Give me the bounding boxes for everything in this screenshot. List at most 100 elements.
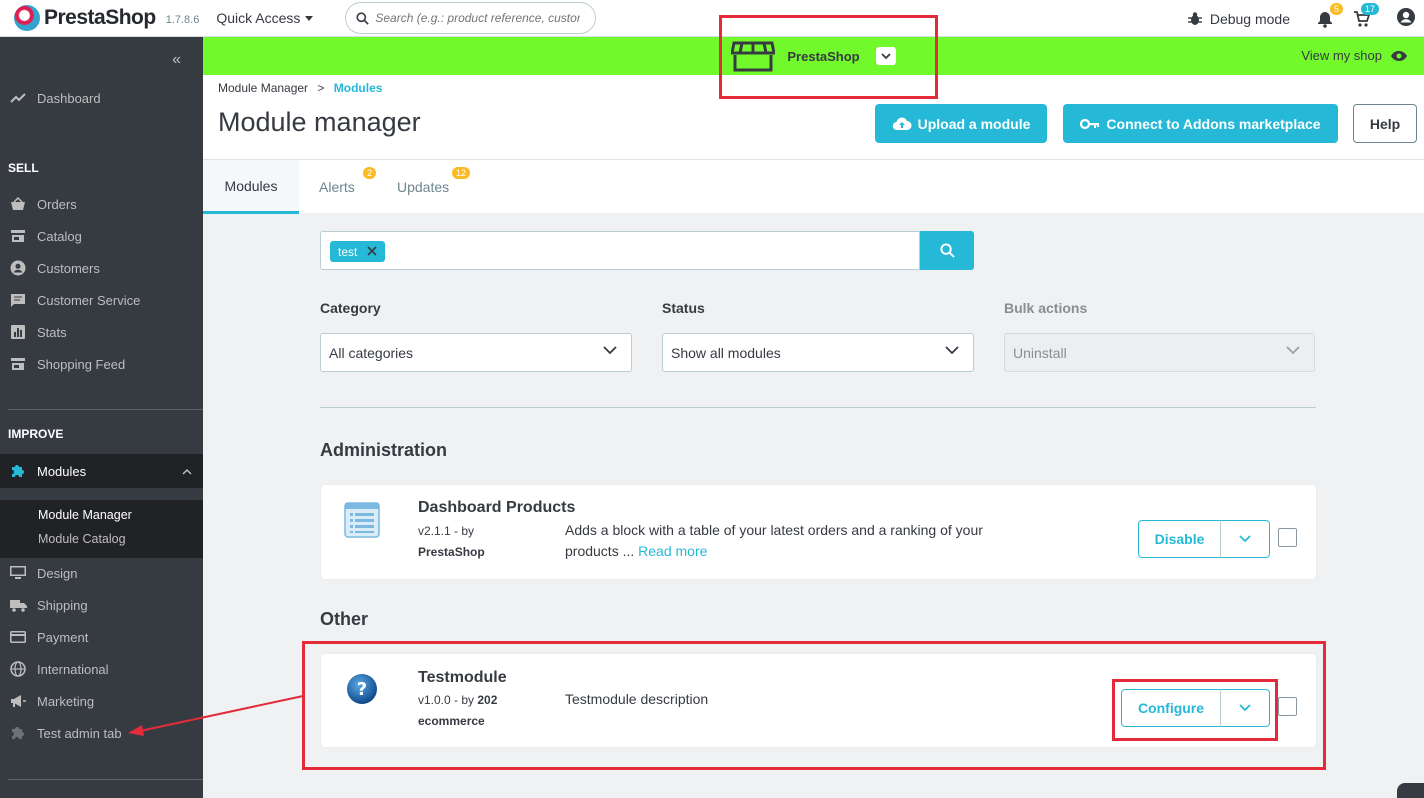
search-input[interactable]: [375, 11, 581, 25]
sidebar-item-label: Test admin tab: [37, 725, 122, 741]
quick-access-dropdown[interactable]: Quick Access: [216, 10, 314, 26]
sidebar-item-dashboard[interactable]: Dashboard: [0, 82, 203, 114]
sidebar-subitem-module-catalog[interactable]: Module Catalog: [38, 532, 126, 546]
sidebar-item-modules[interactable]: Modules: [0, 454, 203, 488]
upload-module-button[interactable]: Upload a module: [875, 104, 1047, 143]
sidebar-item-orders[interactable]: Orders: [0, 188, 203, 220]
sidebar-divider: [8, 409, 203, 410]
cloud-upload-icon: [892, 117, 912, 130]
search-tag: test: [330, 241, 386, 262]
debug-mode-indicator[interactable]: Debug mode: [1187, 11, 1290, 27]
module-tabs: Modules Alerts 2 Updates 12: [203, 159, 1424, 214]
sidebar-item-catalog[interactable]: Catalog: [0, 220, 203, 252]
credit-card-icon: [9, 628, 27, 646]
globe-icon: [9, 660, 27, 678]
help-button[interactable]: Help: [1353, 104, 1417, 143]
bulk-actions-value: Uninstall: [1013, 344, 1067, 361]
collapse-sidebar-icon[interactable]: «: [172, 51, 181, 69]
bar-chart-icon: [9, 323, 27, 341]
breadcrumb-current-link[interactable]: Modules: [334, 81, 383, 95]
sidebar-item-marketing[interactable]: Marketing: [0, 685, 203, 717]
sidebar-item-customer-service[interactable]: Customer Service: [0, 284, 203, 316]
status-select[interactable]: Show all modules: [662, 333, 974, 372]
tab-alerts[interactable]: Alerts 2: [319, 160, 377, 214]
account-circle-icon: [9, 259, 27, 277]
disable-button[interactable]: Disable: [1138, 520, 1221, 558]
status-select-value: Show all modules: [671, 344, 781, 361]
sidebar-item-design[interactable]: Design: [0, 557, 203, 589]
tab-updates[interactable]: Updates 12: [397, 160, 471, 214]
sidebar-item-payment[interactable]: Payment: [0, 621, 203, 653]
sidebar-item-label: Dashboard: [37, 90, 101, 106]
account-circle-icon: [1397, 8, 1415, 26]
sidebar-item-customers[interactable]: Customers: [0, 252, 203, 284]
top-header: PrestaShop 1.7.8.6 Quick Access Debug mo…: [0, 0, 1424, 37]
debug-toolbar-toggle[interactable]: [1397, 783, 1424, 798]
filters-divider: [320, 407, 1316, 408]
logo-icon: [14, 5, 40, 31]
megaphone-icon: [9, 692, 27, 710]
eye-icon: [1391, 50, 1407, 61]
version-label: 1.7.8.6: [165, 14, 200, 26]
sidebar-item-international[interactable]: International: [0, 653, 203, 685]
prestashop-logo[interactable]: PrestaShop: [14, 5, 156, 31]
module-search-button[interactable]: [920, 231, 974, 270]
bulk-actions-label: Bulk actions: [1004, 300, 1088, 316]
page-title: Module manager: [218, 107, 421, 137]
module-description-line: products ... Read more: [565, 541, 983, 562]
category-select[interactable]: All categories: [320, 333, 632, 372]
annotation-box-configure: [1112, 679, 1278, 741]
connect-addons-label: Connect to Addons marketplace: [1106, 115, 1321, 132]
sidebar-item-label: Payment: [37, 629, 89, 645]
search-icon: [939, 243, 955, 258]
sidebar-item-label: Catalog: [37, 228, 82, 244]
store-icon: [9, 355, 27, 373]
search-box[interactable]: [345, 2, 597, 34]
chat-icon: [9, 291, 27, 309]
close-icon[interactable]: [367, 245, 377, 259]
sidebar-section-sell: SELL: [8, 161, 39, 175]
sidebar-item-shipping[interactable]: Shipping: [0, 589, 203, 621]
tab-label: Alerts: [319, 179, 355, 195]
module-actions-dropdown[interactable]: [1220, 520, 1270, 558]
sidebar-item-test-admin-tab[interactable]: Test admin tab: [0, 717, 203, 749]
employee-avatar-button[interactable]: [1396, 7, 1416, 30]
module-description: Adds a block with a table of your latest…: [565, 520, 983, 562]
breadcrumb-separator: >: [317, 81, 325, 95]
connect-addons-button[interactable]: Connect to Addons marketplace: [1063, 104, 1338, 143]
notifications-badge: 5: [1329, 2, 1343, 15]
notifications-button[interactable]: 5: [1316, 2, 1343, 28]
tab-modules[interactable]: Modules: [203, 160, 299, 214]
updates-badge: 12: [452, 167, 471, 179]
view-my-shop-label: View my shop: [1301, 48, 1382, 63]
sidebar-item-stats[interactable]: Stats: [0, 316, 203, 348]
sidebar: « Dashboard SELL Orders Catalog Customer…: [0, 37, 203, 798]
sidebar-section-improve: IMPROVE: [8, 427, 64, 441]
sidebar-item-label: Shipping: [37, 597, 88, 613]
module-version: v2.1.1 - by: [418, 524, 475, 538]
sidebar-item-label: Stats: [37, 324, 67, 340]
module-select-checkbox[interactable]: [1278, 528, 1297, 547]
sidebar-item-shopping-feed[interactable]: Shopping Feed: [0, 348, 203, 380]
sidebar-item-label: Marketing: [37, 693, 95, 709]
chevron-up-icon: [182, 463, 192, 478]
module-description-line: Adds a block with a table of your latest…: [565, 522, 983, 538]
search-tag-label: test: [338, 244, 358, 259]
key-icon: [1080, 118, 1100, 129]
module-search-input[interactable]: test: [320, 231, 920, 270]
breadcrumb-parent-link[interactable]: Module Manager: [218, 81, 308, 95]
caret-down-icon: [305, 15, 314, 21]
read-more-link[interactable]: Read more: [638, 543, 707, 559]
section-title-other: Other: [320, 609, 369, 629]
trending-up-icon: [9, 89, 27, 107]
sidebar-item-label: International: [37, 661, 109, 677]
search-icon: [356, 11, 370, 25]
bug-icon: [1187, 11, 1202, 25]
module-author: PrestaShop: [418, 545, 485, 559]
alerts-badge: 2: [363, 167, 377, 179]
chevron-down-icon: [603, 346, 617, 355]
sidebar-subitem-module-manager[interactable]: Module Manager: [38, 508, 132, 522]
puzzle-icon: [9, 462, 27, 480]
view-my-shop-link[interactable]: View my shop: [1301, 48, 1408, 63]
orders-notification-button[interactable]: 17: [1352, 2, 1379, 28]
